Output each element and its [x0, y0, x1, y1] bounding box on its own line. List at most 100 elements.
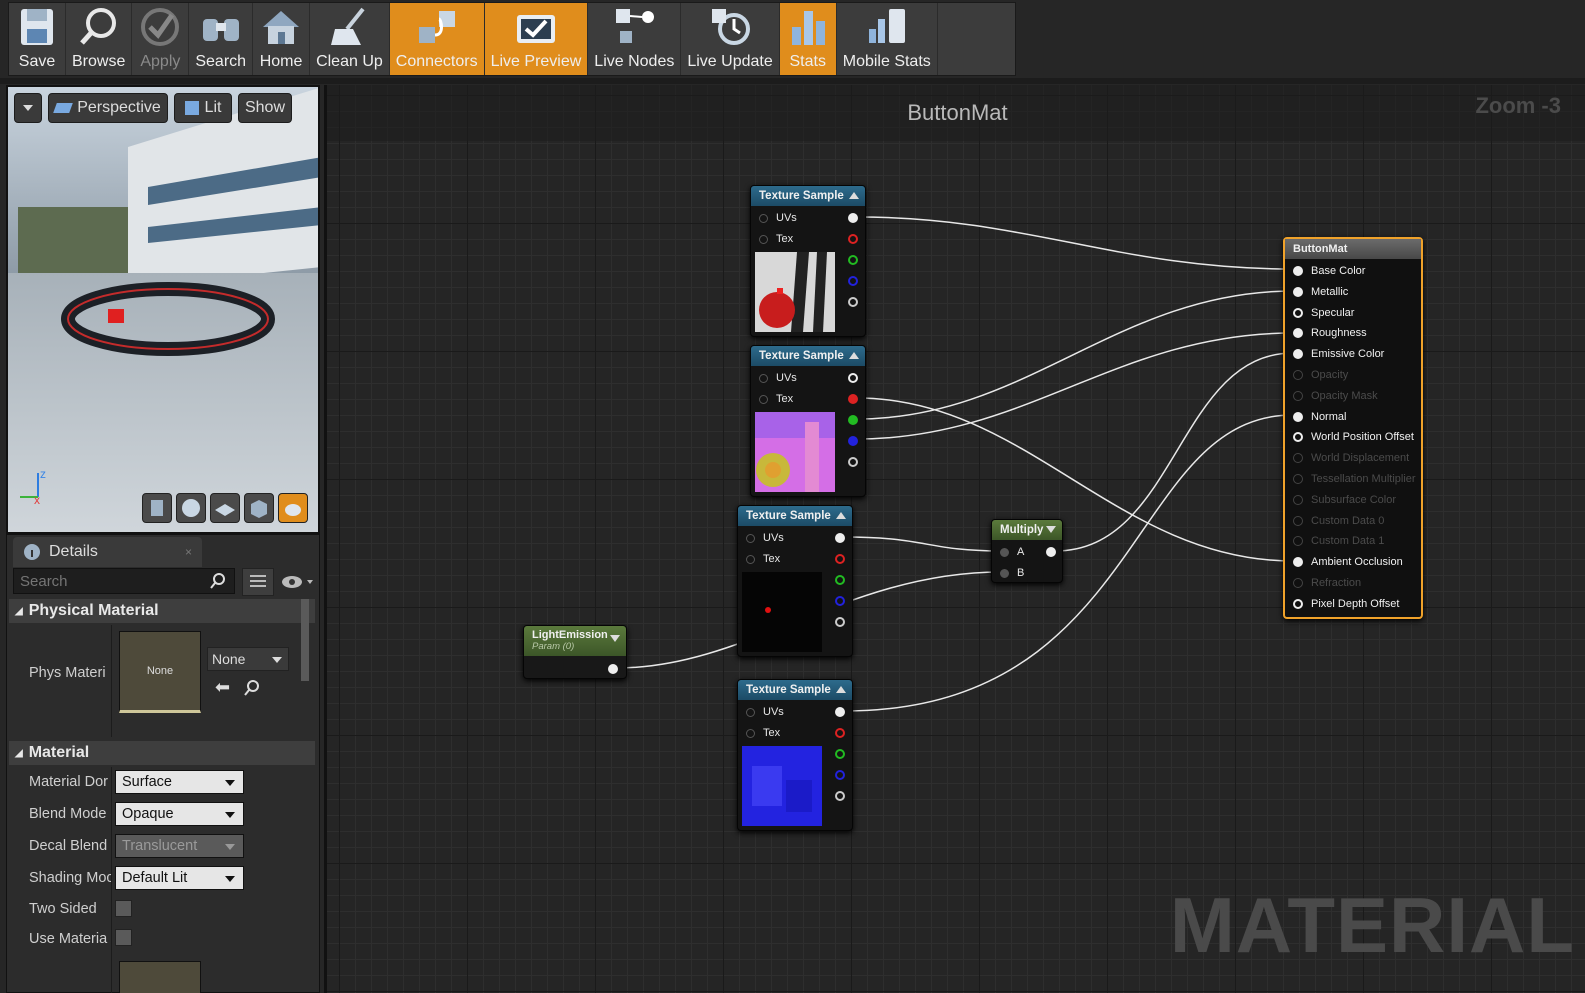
visibility-filter-button[interactable] [279, 570, 317, 594]
preview-cube-button[interactable] [244, 493, 274, 523]
use-material-checkbox[interactable] [115, 929, 132, 946]
node-title: Texture Sample [746, 684, 831, 696]
material-section[interactable]: ◢ Material [9, 741, 315, 765]
output-a-pin[interactable] [835, 617, 845, 627]
material-pin-specular[interactable]: Specular [1293, 303, 1354, 323]
phys-material-thumbnail[interactable]: None [119, 631, 201, 713]
collapse-icon[interactable] [836, 512, 846, 519]
texture-sample-node-2[interactable]: Texture Sample UVs Tex [750, 345, 866, 497]
texture-sample-node-1[interactable]: Texture Sample UVs Tex [750, 185, 866, 337]
material-pin-ambient-occlusion[interactable]: Ambient Occlusion [1293, 552, 1403, 572]
phys-material-dropdown[interactable]: None [207, 647, 289, 671]
output-rgb-pin[interactable] [835, 533, 845, 543]
live-preview-button[interactable]: Live Preview [484, 3, 589, 75]
material-pin-world-displacement[interactable]: World Displacement [1293, 448, 1409, 468]
material-pin-pixel-depth-offset[interactable]: Pixel Depth Offset [1293, 594, 1399, 614]
material-graph[interactable]: ButtonMat Zoom -3 MATERIAL Texture Sampl… [324, 85, 1585, 993]
material-result-node[interactable]: ButtonMat Base Color Metallic Specular Roug… [1283, 237, 1423, 619]
node-header: Texture Sample [738, 680, 852, 700]
live-update-button[interactable]: Live Update [681, 3, 780, 75]
save-button[interactable]: Save [9, 3, 66, 75]
material-pin-opacity-mask[interactable]: Opacity Mask [1293, 386, 1378, 406]
show-button[interactable]: Show [238, 93, 292, 123]
multiply-b-pin[interactable]: B [992, 563, 1062, 583]
preview-plane-button[interactable] [210, 493, 240, 523]
viewport-options-button[interactable] [14, 93, 42, 123]
preview-sphere-button[interactable] [176, 493, 206, 523]
material-pin-metallic[interactable]: Metallic [1293, 282, 1348, 302]
use-selected-arrow-icon[interactable]: ⬅ [215, 677, 230, 698]
multiply-output-pin[interactable] [1046, 547, 1056, 557]
blend-mode-dropdown[interactable]: Opaque [115, 802, 244, 826]
output-g-pin[interactable] [835, 749, 845, 759]
collapse-icon[interactable] [836, 686, 846, 693]
material-pin-custom-data-0[interactable]: Custom Data 0 [1293, 511, 1384, 531]
material-thumbnail[interactable] [119, 961, 201, 993]
two-sided-checkbox[interactable] [115, 900, 132, 917]
output-r-pin[interactable] [848, 394, 858, 404]
output-rgb-pin[interactable] [848, 373, 858, 383]
output-rgb-pin[interactable] [848, 213, 858, 223]
collapse-icon[interactable] [610, 635, 620, 642]
light-emission-param-node[interactable]: LightEmission Param (0) [523, 625, 627, 679]
input-pin-icon [1293, 286, 1303, 297]
lit-button[interactable]: Lit [174, 93, 232, 123]
details-tab[interactable]: Details × [13, 537, 202, 567]
material-pin-emissive-color[interactable]: Emissive Color [1293, 344, 1384, 364]
output-r-pin[interactable] [835, 554, 845, 564]
physical-material-section[interactable]: ◢ Physical Material [9, 599, 315, 623]
material-pin-opacity[interactable]: Opacity [1293, 365, 1348, 385]
output-b-pin[interactable] [835, 770, 845, 780]
texture-sample-node-4[interactable]: Texture Sample UVs Tex [737, 679, 853, 831]
collapse-icon[interactable] [849, 192, 859, 199]
texture-sample-node-3[interactable]: Texture Sample UVs Tex [737, 505, 853, 657]
clean-up-button[interactable]: Clean Up [310, 3, 390, 75]
search-button[interactable]: Search [189, 3, 254, 75]
output-b-pin[interactable] [848, 276, 858, 286]
material-pin-refraction[interactable]: Refraction [1293, 573, 1361, 593]
material-pin-base-color[interactable]: Base Color [1293, 261, 1365, 281]
output-g-pin[interactable] [848, 415, 858, 425]
mobile-stats-button[interactable]: Mobile Stats [837, 3, 938, 75]
connectors-button[interactable]: Connectors [389, 3, 485, 75]
output-a-pin[interactable] [848, 297, 858, 307]
output-b-pin[interactable] [848, 436, 858, 446]
material-pin-tessellation-multiplier[interactable]: Tessellation Multiplier [1293, 469, 1416, 489]
material-pin-subsurface-color[interactable]: Subsurface Color [1293, 490, 1396, 510]
live-update-icon [712, 9, 751, 45]
preview-cylinder-button[interactable] [142, 493, 172, 523]
output-r-pin[interactable] [835, 728, 845, 738]
node-title: Texture Sample [746, 510, 831, 522]
details-scrollbar[interactable] [301, 599, 309, 681]
material-domain-dropdown[interactable]: Surface [115, 770, 244, 794]
browse-asset-icon[interactable] [243, 679, 261, 697]
apply-button[interactable]: Apply [132, 3, 190, 75]
output-b-pin[interactable] [835, 596, 845, 606]
close-icon[interactable]: × [185, 545, 192, 559]
output-g-pin[interactable] [848, 255, 858, 265]
output-a-pin[interactable] [848, 457, 858, 467]
preview-mesh-button[interactable] [278, 493, 308, 523]
preview-viewport[interactable]: Perspective Lit Show z x [6, 85, 320, 534]
output-r-pin[interactable] [848, 234, 858, 244]
output-a-pin[interactable] [835, 791, 845, 801]
collapse-icon[interactable] [849, 352, 859, 359]
param-output-pin[interactable] [608, 664, 618, 674]
material-pin-world-position-offset[interactable]: World Position Offset [1293, 427, 1414, 447]
property-matrix-button[interactable] [242, 568, 274, 596]
live-nodes-button[interactable]: Live Nodes [588, 3, 682, 75]
shading-model-dropdown[interactable]: Default Lit [115, 866, 244, 890]
perspective-button[interactable]: Perspective [48, 93, 168, 123]
output-g-pin[interactable] [835, 575, 845, 585]
output-rgb-pin[interactable] [835, 707, 845, 717]
stats-button[interactable]: Stats [779, 3, 837, 75]
decal-blend-dropdown[interactable]: Translucent [115, 834, 244, 858]
browse-button[interactable]: Browse [66, 3, 133, 75]
material-pin-roughness[interactable]: Roughness [1293, 323, 1367, 343]
home-button[interactable]: Home [253, 3, 311, 75]
collapse-icon[interactable] [1046, 526, 1056, 533]
material-pin-normal[interactable]: Normal [1293, 407, 1346, 427]
material-pin-custom-data-1[interactable]: Custom Data 1 [1293, 531, 1384, 551]
multiply-node[interactable]: Multiply A B [991, 519, 1063, 583]
details-search-input[interactable] [13, 568, 235, 594]
